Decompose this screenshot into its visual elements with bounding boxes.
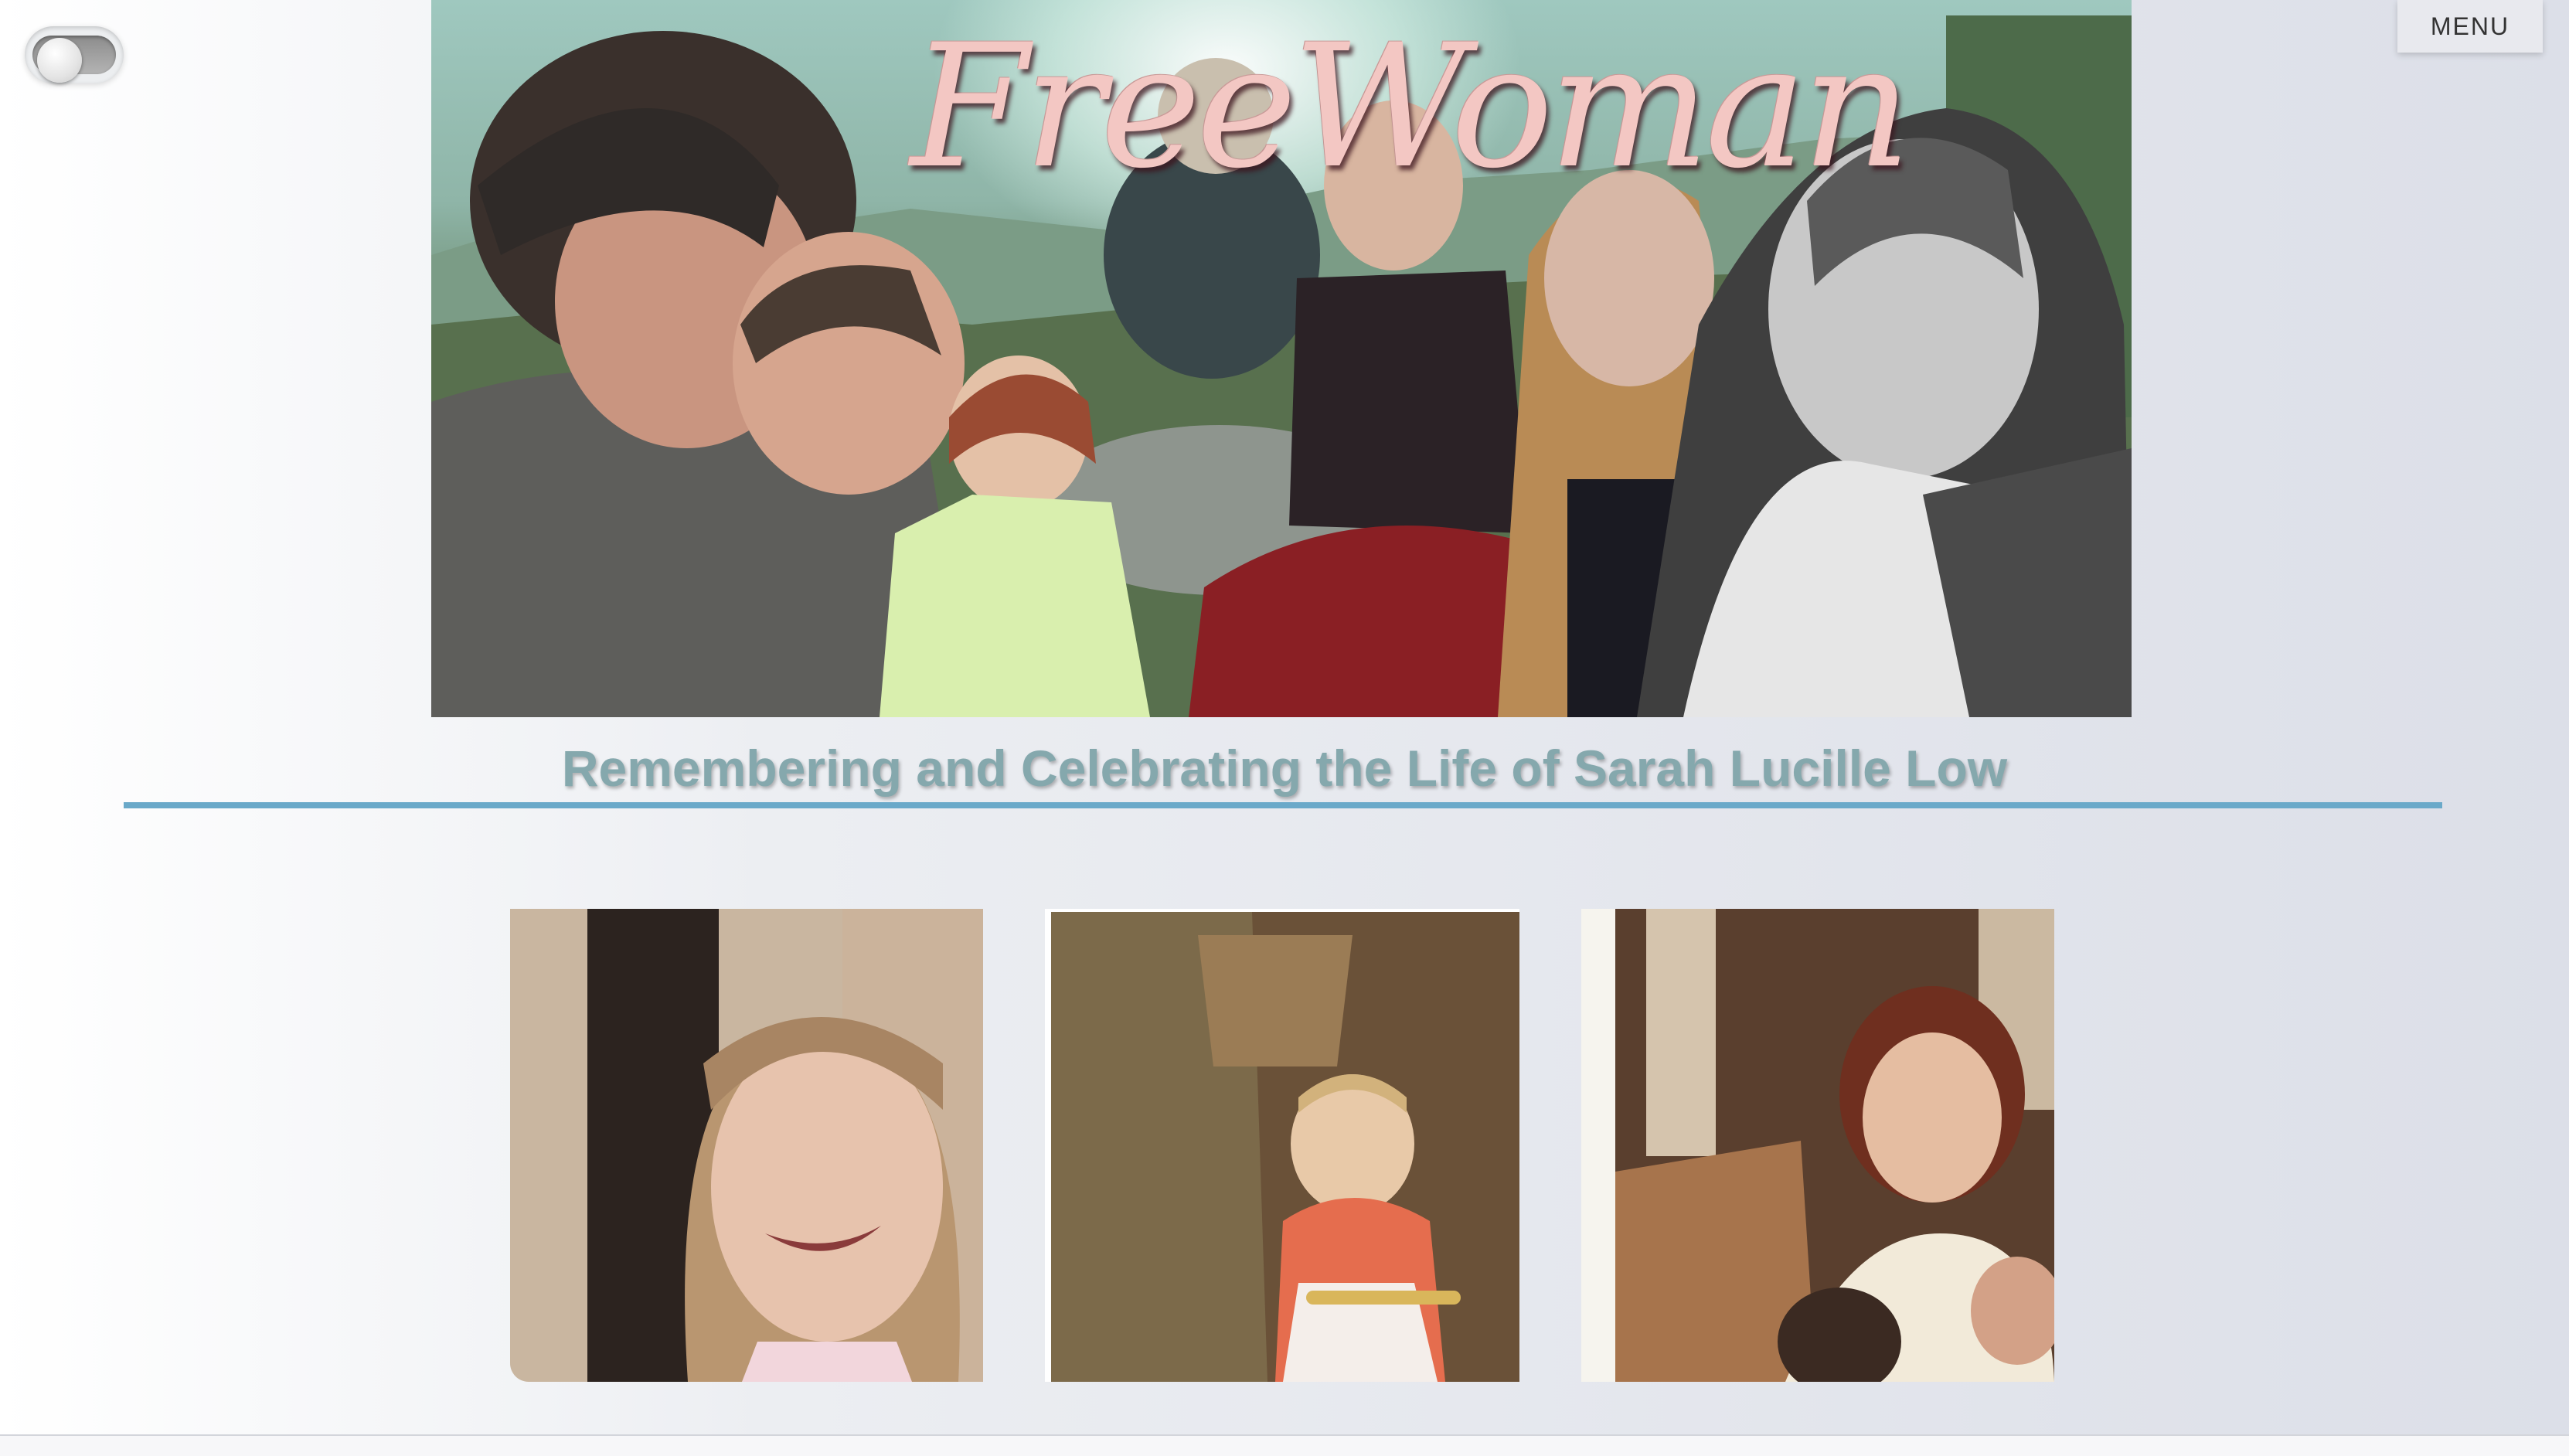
gallery-photo-girl[interactable] bbox=[510, 909, 983, 1382]
toggle-switch-icon bbox=[37, 38, 82, 83]
gallery-photo-mother[interactable] bbox=[1581, 909, 2054, 1382]
photo-girl-image bbox=[510, 909, 983, 1382]
photo-mother-image bbox=[1615, 909, 2054, 1382]
theme-toggle[interactable] bbox=[25, 26, 124, 83]
toggle-track bbox=[32, 36, 116, 83]
tagline-divider bbox=[124, 802, 2442, 808]
menu-button[interactable]: MENU bbox=[2397, 0, 2543, 53]
page-tagline: Remembering and Celebrating the Life of … bbox=[561, 740, 2008, 797]
footer-strip bbox=[0, 1434, 2569, 1456]
gallery-photo-toddler[interactable] bbox=[1045, 909, 1519, 1382]
photo-toddler-image bbox=[1051, 912, 1519, 1382]
banner-title: FreeWoman bbox=[910, 8, 1911, 206]
header-banner: FreeWoman bbox=[431, 0, 2132, 717]
